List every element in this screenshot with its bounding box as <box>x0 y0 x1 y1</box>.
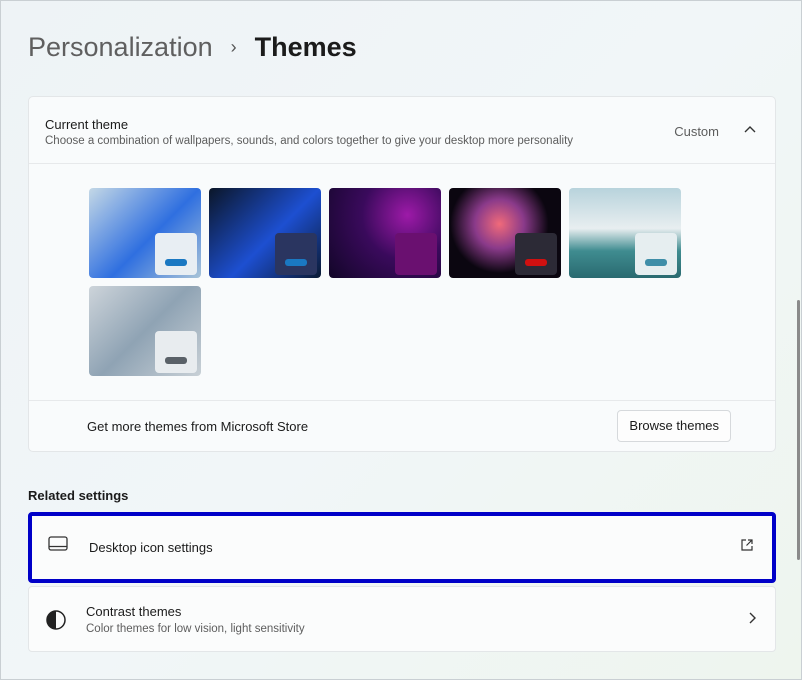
window-preview <box>275 233 317 275</box>
theme-thumbnail[interactable] <box>449 188 561 278</box>
current-theme-subtitle: Choose a combination of wallpapers, soun… <box>45 135 574 147</box>
contrast-themes-row[interactable]: Contrast themes Color themes for low vis… <box>28 586 776 652</box>
window-preview <box>635 233 677 275</box>
accent-bar <box>165 259 187 266</box>
theme-grid <box>89 188 689 376</box>
related-settings-heading: Related settings <box>28 488 129 503</box>
contrast-themes-label: Contrast themes <box>86 604 182 619</box>
theme-thumbnail[interactable] <box>89 188 201 278</box>
external-link-icon <box>740 538 754 555</box>
desktop-icon <box>48 536 68 557</box>
store-row: Get more themes from Microsoft Store Bro… <box>29 400 775 451</box>
desktop-icon-settings-row[interactable]: Desktop icon settings <box>28 512 776 583</box>
chevron-up-icon[interactable] <box>743 122 757 137</box>
page-title: Themes <box>254 32 357 62</box>
chevron-right-icon <box>747 611 757 628</box>
breadcrumb: Personalization › Themes <box>28 32 357 63</box>
current-theme-title: Current theme <box>45 117 129 132</box>
theme-thumbnail[interactable] <box>569 188 681 278</box>
scrollbar[interactable] <box>797 300 800 560</box>
window-preview <box>155 331 197 373</box>
current-theme-panel: Current theme Choose a combination of wa… <box>28 96 776 452</box>
accent-bar <box>405 259 427 266</box>
current-theme-header[interactable]: Current theme Choose a combination of wa… <box>29 97 775 164</box>
store-label: Get more themes from Microsoft Store <box>87 419 309 434</box>
contrast-icon <box>45 609 67 636</box>
contrast-themes-subtitle: Color themes for low vision, light sensi… <box>86 623 305 635</box>
accent-bar <box>165 357 187 364</box>
accent-bar <box>525 259 547 266</box>
breadcrumb-personalization[interactable]: Personalization <box>28 32 213 63</box>
accent-bar <box>285 259 307 266</box>
current-theme-value: Custom <box>674 124 719 139</box>
desktop-icon-settings-label: Desktop icon settings <box>89 540 213 555</box>
window-preview <box>395 233 437 275</box>
browse-themes-button[interactable]: Browse themes <box>617 410 731 442</box>
breadcrumb-separator: › <box>230 37 237 57</box>
window-preview <box>515 233 557 275</box>
window-preview <box>155 233 197 275</box>
theme-thumbnail[interactable] <box>89 286 201 376</box>
theme-thumbnail[interactable] <box>329 188 441 278</box>
theme-thumbnail[interactable] <box>209 188 321 278</box>
accent-bar <box>645 259 667 266</box>
